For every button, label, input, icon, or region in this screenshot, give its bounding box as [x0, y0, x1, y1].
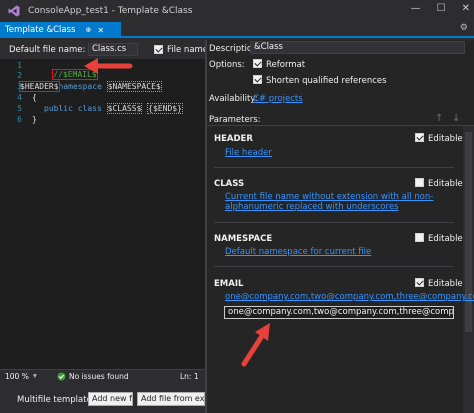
- annotation-arrow-icon: [241, 323, 270, 367]
- document-tab-strip: Template &Class ⊕ ✕ ⚙: [0, 22, 474, 38]
- line-number: 5: [17, 104, 22, 113]
- window-title: ConsoleApp_test1 - Template &Class: [28, 6, 193, 16]
- default-file-name-input[interactable]: Class.cs: [88, 43, 138, 56]
- code-line-5: public class $CLASS$ {$END$}: [44, 103, 183, 114]
- namespace-token: $NAMESPACE$: [106, 81, 162, 92]
- code-line-6: }: [32, 115, 37, 124]
- end-token: {$END$}: [147, 103, 183, 114]
- move-down-icon[interactable]: ↓: [452, 113, 460, 124]
- multifile-bar: Multifile template: Add new file Add fil…: [0, 383, 205, 413]
- template-code-editor[interactable]: 1 2 3 4 5 6 //$EMAIL$ $HEADER$namespace …: [0, 59, 205, 369]
- availability-link[interactable]: C# projects: [253, 94, 303, 104]
- description-input[interactable]: &Class: [250, 41, 465, 54]
- zoom-level[interactable]: 100 %: [5, 372, 29, 381]
- header-token: $HEADER$: [19, 81, 60, 92]
- parameter-divider: [214, 266, 454, 267]
- maximize-button[interactable]: ☐: [437, 3, 446, 14]
- header-editable-checkbox[interactable]: [415, 133, 424, 142]
- zoom-dropdown-icon[interactable]: ▾: [33, 371, 37, 380]
- parameters-scrollbar[interactable]: [463, 126, 474, 413]
- tab-close-icon[interactable]: ✕: [97, 26, 104, 35]
- namespace-editable-checkbox[interactable]: [415, 233, 424, 242]
- title-bar: ConsoleApp_test1 - Template &Class — ☐ ✕: [0, 0, 474, 22]
- multifile-template-label: Multifile template:: [17, 395, 95, 405]
- line-number: 2: [17, 71, 22, 80]
- visual-studio-logo-icon: [8, 5, 20, 17]
- no-issues-icon: [57, 372, 66, 381]
- parameters-header: Parameters: ↑ ↓: [207, 113, 474, 126]
- parameter-name: HEADER: [214, 134, 253, 144]
- parameters-label: Parameters:: [209, 115, 261, 125]
- add-file-from-existing-button[interactable]: Add file from existi: [137, 392, 205, 406]
- availability-label: Availability:: [209, 94, 258, 104]
- add-new-file-button[interactable]: Add new file: [88, 392, 133, 406]
- parameter-name: EMAIL: [214, 279, 244, 289]
- line-number: 4: [17, 93, 22, 102]
- line-number: 1: [17, 61, 22, 70]
- tab-label: Template &Class: [5, 25, 76, 35]
- shorten-references-label: Shorten qualified references: [266, 76, 387, 86]
- email-value-input[interactable]: one@company.com,two@company.com,three@co…: [224, 306, 454, 319]
- editable-label: Editable: [428, 279, 463, 289]
- shorten-references-checkbox[interactable]: [253, 75, 262, 84]
- file-name-must-label: File name m: [167, 45, 205, 55]
- line-number-gutter: 1 2 3 4 5 6: [0, 59, 26, 369]
- file-name-must-checkbox[interactable]: [154, 45, 163, 54]
- public-class-keyword: public class: [44, 104, 102, 113]
- issues-status: No issues found: [69, 372, 129, 381]
- parameter-name: CLASS: [214, 179, 245, 189]
- tab-overflow-icon[interactable]: ⚙: [460, 23, 468, 33]
- parameter-description-link[interactable]: Default namespace for current file: [225, 247, 371, 257]
- class-token: $CLASS$: [106, 103, 143, 114]
- class-editable-checkbox[interactable]: [415, 178, 424, 187]
- namespace-keyword: namespace: [58, 82, 102, 91]
- line-number: 6: [17, 115, 22, 124]
- default-file-name-label: Default file name:: [9, 45, 86, 55]
- annotation-arrow-icon: [84, 58, 133, 74]
- code-line-3: $HEADER$namespace $NAMESPACE$: [19, 81, 162, 92]
- options-label: Options:: [209, 60, 245, 70]
- move-up-icon[interactable]: ↑: [435, 113, 443, 124]
- parameter-divider: [214, 222, 454, 223]
- editor-status-bar: 100 % ▾ No issues found Ln: 1: [0, 369, 205, 383]
- parameter-divider: [214, 167, 454, 168]
- parameter-description-link[interactable]: File header: [225, 148, 272, 158]
- scrollbar-thumb[interactable]: [465, 132, 472, 332]
- minimize-button[interactable]: —: [411, 3, 421, 14]
- parameter-description-link[interactable]: Current file name without extension with…: [225, 192, 455, 212]
- parameter-description-link[interactable]: one@company.com,two@company.com,three@co…: [225, 292, 474, 302]
- reformat-checkbox[interactable]: [253, 59, 262, 68]
- parameter-name: NAMESPACE: [214, 234, 273, 244]
- cursor-position: Ln: 1: [180, 372, 199, 381]
- pin-icon[interactable]: ⊕: [85, 26, 91, 34]
- editable-label: Editable: [428, 179, 463, 189]
- editable-label: Editable: [428, 234, 463, 244]
- email-editable-checkbox[interactable]: [415, 278, 424, 287]
- reformat-label: Reformat: [266, 60, 306, 70]
- close-window-button[interactable]: ✕: [462, 3, 470, 14]
- code-line-4: {: [32, 93, 37, 102]
- tab-template-class[interactable]: Template &Class ⊕ ✕: [0, 22, 121, 38]
- editable-label: Editable: [428, 134, 463, 144]
